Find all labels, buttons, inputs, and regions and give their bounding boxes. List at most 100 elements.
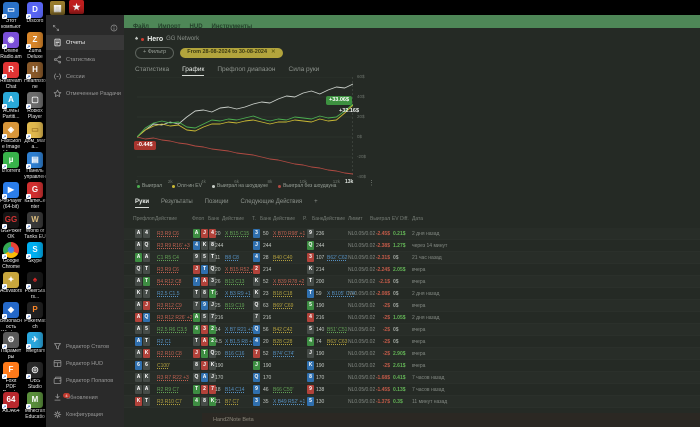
column-header-2[interactable]: Действие [155,216,177,222]
desktop-icon-c2-6[interactable]: ▤↗Панель управления [24,152,46,181]
table-tab-2[interactable]: Результаты [161,199,193,208]
chart-legend: Выиграл Олл-ин EV Выиграл на шоудауне Выигр… [137,183,336,189]
card-A: A [201,337,208,347]
column-header-4[interactable]: Банк [208,216,219,222]
legend-item-4[interactable]: Выиграл без шоудауна [278,183,336,189]
desktop-icon-c1-8[interactable]: GG ↗ GGPokerOK [0,212,22,241]
date-filter-pill[interactable]: From 28-08-2024 to 30-08-2024 ✕ [180,48,283,58]
desktop-icon-c1-1[interactable]: ▭↗Этот компьютер [0,2,22,31]
column-header-11[interactable]: Действие [323,216,345,222]
win-amount: -2.24$ [375,267,390,273]
desktop-icon-c2-7[interactable]: G ↗ iGameCenter [24,182,46,211]
column-header-6[interactable]: Т. [252,216,256,222]
desktop-icon-c2-10[interactable]: ♠ ↗ PokerStars... [24,272,46,301]
hand-row-15[interactable]: K T R3 R10 C7 4 8 K 21 B7 C7 3 35 X B49 R52' +1 5 13… [124,396,700,408]
hand-row-10[interactable]: A T R2 C1 T A 2 4.5 X B1.5 R8 +1 4 20 B28 C28 4 74 B6… [124,336,700,348]
table-tab-3[interactable]: Позиции [205,199,229,208]
sidebar-bottom-item-3[interactable]: Редактор Попапов [46,373,124,388]
add-tab-button[interactable]: + [314,199,318,208]
desktop-icon-c2-11[interactable]: P ↗ PokerMatch [24,302,46,331]
hand-row-5[interactable]: A T B4 R12 C8 7 A 3 26 B13 C13 K 52 X B39 R78 +2 T 2… [124,276,700,288]
desktop-icon-c1-7[interactable]: ▶ ↗ PotPlayer (64-bit) [0,182,22,211]
hand-row-3[interactable]: A A C1 R5 C4 9 5 T 11 B8 C8 4 28 B40 C40 3 107 B62' C… [124,252,700,264]
sidebar-bottom-item-1[interactable]: Редактор Статов [46,339,124,354]
sidebar-bottom-item-4[interactable]: 4 Обновления [46,390,124,405]
hand-row-8[interactable]: A Q R3 R12 R26' +2 A 5 7 216 7 216 4 216 NL0.05/0.0… [124,312,700,324]
shortcut-arrow-icon: ↗ [26,344,31,349]
hand-row-4[interactable]: Q T R3 R9 C6 J T Q 20 X B15 R52 +2 2 214 K 214 NL0.0… [124,264,700,276]
legend-item-3[interactable]: Выиграл на шоудауне [211,183,268,189]
desktop-icon-c1-4[interactable]: A ↗ AOMEI Partiti... [0,92,22,121]
hand-row-2[interactable]: A Q R3 R9 R16' +3 4 K 8 244 J 244 Q 244 NL0.05/0.02… [124,240,700,252]
column-header-9[interactable]: Р. [303,216,307,222]
desktop-icon-c2-5[interactable]: ▭ ↗ Дом_Мага... [24,122,46,151]
desktop-icon-c2-3[interactable]: H ↗ Hearthstone [24,62,46,91]
desktop-icon-c1-3[interactable]: R ↗ Restream Chat [0,62,22,91]
sidebar-bottom-item-2[interactable]: Редактор HUD [46,356,124,371]
hand-date: 2 дня назад [412,315,440,321]
sessions-icon [53,72,62,81]
desktop-icon-c2-9[interactable]: S ↗ Skype [24,242,46,265]
turn-card: Q [253,324,261,336]
desktop-icon-c1-11[interactable]: ◆↗Безопасность Windows [0,302,22,331]
sidebar-item-2[interactable]: Статистика [46,52,124,67]
app-label: Hearthstone [24,79,46,90]
column-header-14[interactable]: ↓ EV Diff. [388,216,409,222]
desktop-icon-c1-10[interactable]: ✦ ↗ Activators [0,272,22,295]
card-7: 7 [193,301,200,311]
column-header-1[interactable]: Префлоп [133,216,155,222]
desktop-icon-c2-1[interactable]: D ↗ Discord [24,2,46,25]
legend-item-2[interactable]: Олл-ин EV [172,183,202,189]
desktop-icon-c2-2[interactable]: Z ↗ Zuma Deluxe [24,32,46,61]
sidebar-item-1[interactable]: Отчеты [46,35,124,50]
desktop-icon-c1-14[interactable]: 64 ↗ AIDA64 [0,392,22,415]
card-J: J [253,241,260,251]
sidebar-item-3[interactable]: Сессии [46,69,124,84]
card-J: J [253,361,260,371]
column-header-5[interactable]: Действие [222,216,244,222]
table-tab-4[interactable]: Следующие Действия [240,199,302,208]
legend-item-1[interactable]: Выиграл [137,183,162,189]
desktop-icon-c1-13[interactable]: F↗Foxit PDF Reader [0,362,22,391]
desktop-icon-c1-5[interactable]: ◈↗FastStone Image Viewer [0,122,22,151]
nonshowdown-badge: -0.44$ [134,141,156,150]
hand-row-6[interactable]: K 7 R2.5 C1.5 T 8 T 6 X B3 R9 +1 K 23 B18 C18 T 59 X … [124,288,700,300]
turn-card: Q [253,300,261,312]
column-header-3[interactable]: Флоп [192,216,204,222]
desktop-top-icon-1[interactable]: ▦ [50,1,65,15]
hand-row-9[interactable]: A 5 R2.5 R6 C3.5 4 3 2 14 X B7 R21 +1 Q 56 B42 C42… [124,324,700,336]
hole-cards: 66 [135,360,151,372]
column-header-12[interactable]: Лимит [348,216,363,222]
river-pot: 244 [316,243,325,249]
desktop-icon-c2-4[interactable]: ▢ ↗ Roblox Player [24,92,46,121]
desktop-icon-c1-9[interactable]: ◉ ↗ Google Chrome [0,242,22,271]
hand-row-11[interactable]: A K R2 R10 C8 J T Q 20 B16 C16 7 52 B74' C74' J 190 N… [124,348,700,360]
remove-filter-icon[interactable]: ✕ [271,49,276,56]
column-header-15[interactable]: Дата [412,216,423,222]
ev-diff: 0.3$ [393,399,403,405]
desktop-icon-c1-12[interactable]: ⚙ ↗ Параметры [0,332,22,361]
sidebar-bottom-item-5[interactable]: Конфигурация [46,407,124,422]
equity-chart: +33.06$ +32.16$ -0.44$ 60$ 40$ 20$ 0$ -20$ -4… [124,74,700,195]
turn-pot: 170 [263,375,272,381]
table-tab-1[interactable]: Руки [135,199,150,208]
column-header-7[interactable]: Банк [260,216,271,222]
desktop-icon-c1-2[interactable]: ◉↗Online Radio.amp... [0,32,22,61]
hand-row-7[interactable]: A J R3 R12 C9 7 9 J 25 B19 C19 Q 63 B69' C69 5 190 NL… [124,300,700,312]
hand-row-12[interactable]: 6 6 C100' 8 J K 190 J 190 K 190 NL0.05/0.02 -2$ 2.61$… [124,360,700,372]
column-header-10[interactable]: Банк [312,216,323,222]
desktop-icon-c2-8[interactable]: W ↗ World of Tanks EU [24,212,46,241]
hand-row-13[interactable]: A K R3 R7 R22 +3 Q A J 170 Q 170 8 170 NL0.05/0.02-… [124,372,700,384]
hand-row-14[interactable]: A A R2 R9 C7 T 2 7 18 B14 C14 9 46 B66 C50' 9 138 NL0… [124,384,700,396]
chart-more-icon[interactable]: ⋮ [368,179,375,187]
desktop-icon-c2-14[interactable]: M↗Minecraft Education [24,392,46,421]
sidebar-item-4[interactable]: Отмеченные Раздачи [46,86,124,101]
desktop-top-icon-2[interactable]: ★ [69,0,84,14]
hand-row-1[interactable]: A 4 R3 R9 C6 A J 4 20 X B15 C15 3 50 X B70 R98' +1… [124,228,700,240]
menu-bar: Файл Импорт HUD Инструменты [124,15,700,30]
desktop-icon-c2-13[interactable]: ◎ ↗ OBS Studio [24,362,46,391]
add-filter-button[interactable]: + Фильтр [135,47,175,59]
column-header-8[interactable]: Действие [273,216,295,222]
desktop-icon-c1-6[interactable]: µ ↗ uTorrent [0,152,22,175]
desktop-icon-c2-12[interactable]: ✈ ↗ Telegram [24,332,46,355]
